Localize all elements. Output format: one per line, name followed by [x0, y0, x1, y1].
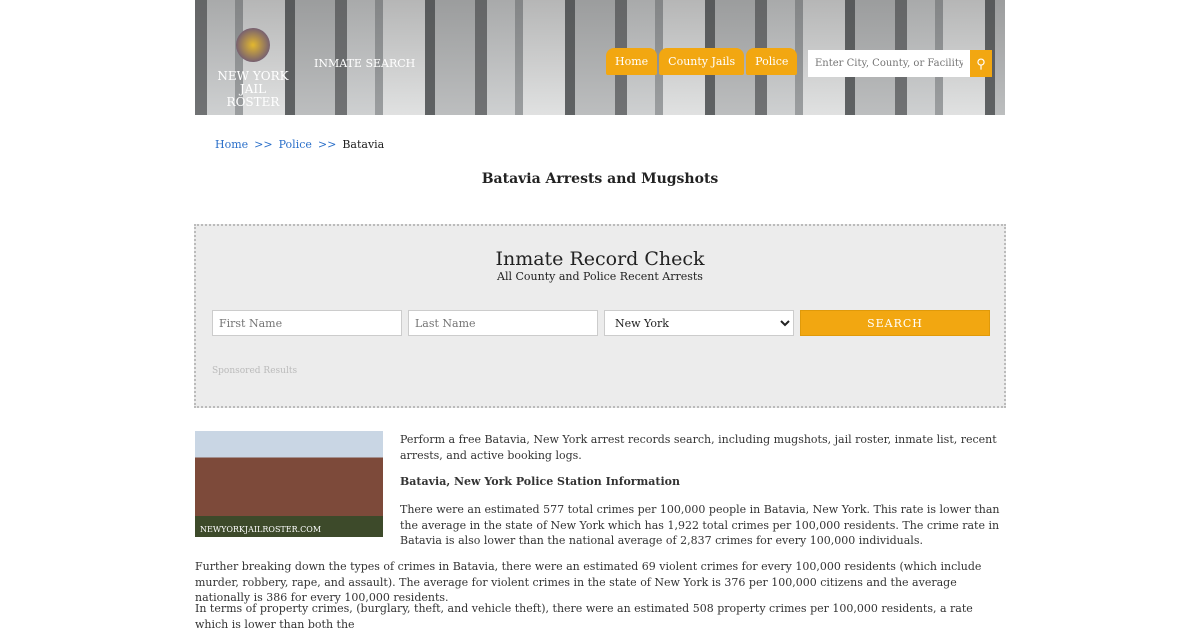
police-station-photo: NEWYORKJAILROSTER.COM — [195, 431, 383, 537]
last-name-input[interactable] — [408, 310, 598, 336]
paragraph-property-crimes: In terms of property crimes, (burglary, … — [195, 602, 973, 631]
section-heading: Batavia, New York Police Station Informa… — [400, 475, 680, 488]
page-title: Batavia Arrests and Mugshots — [481, 171, 719, 187]
nav-home[interactable]: Home — [606, 48, 658, 75]
intro-text: Perform a free Batavia, New York arrest … — [400, 433, 997, 462]
breadcrumb: Home >> Police >> Batavia — [215, 138, 385, 151]
state-seal-icon — [236, 28, 270, 62]
first-name-input[interactable] — [212, 310, 402, 336]
facility-search: ⚲ — [808, 50, 992, 77]
paragraph-violent-crimes: Further breaking down the types of crime… — [195, 560, 982, 604]
inmate-record-check: Inmate Record Check All County and Polic… — [194, 224, 1006, 408]
site-logo[interactable]: NEW YORK JAIL ROSTER — [213, 28, 293, 109]
sponsored-results-label: Sponsored Results — [212, 366, 298, 376]
search-icon[interactable]: ⚲ — [970, 50, 992, 77]
state-select[interactable]: New York — [604, 310, 794, 336]
nav-police[interactable]: Police — [746, 48, 798, 75]
inmate-search-link[interactable]: INMATE SEARCH — [314, 57, 415, 70]
record-check-subtitle: All County and Police Recent Arrests — [497, 270, 703, 283]
record-check-title: Inmate Record Check — [495, 248, 705, 270]
search-button[interactable]: SEARCH — [800, 310, 990, 336]
main-nav: Home County Jails Police — [606, 48, 798, 75]
breadcrumb-current: Batavia — [342, 138, 385, 151]
breadcrumb-police[interactable]: Police — [279, 138, 312, 151]
header-banner: NEW YORK JAIL ROSTER INMATE SEARCH Home … — [195, 0, 1005, 115]
nav-county-jails[interactable]: County Jails — [659, 48, 745, 75]
breadcrumb-home[interactable]: Home — [215, 138, 248, 151]
facility-search-input[interactable] — [808, 50, 970, 77]
paragraph-total-crimes: There were an estimated 577 total crimes… — [400, 503, 1000, 547]
